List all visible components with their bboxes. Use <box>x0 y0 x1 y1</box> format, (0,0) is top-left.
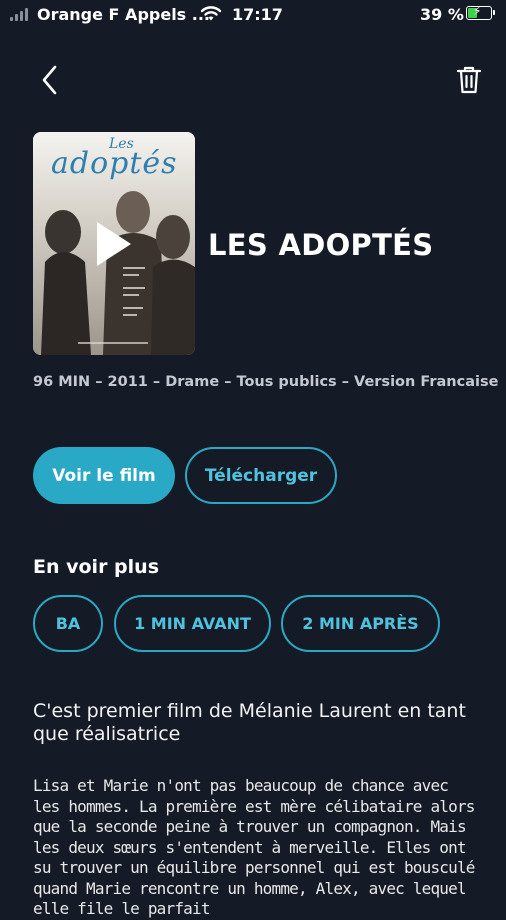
one-min-before-chip[interactable]: 1 MIN AVANT <box>114 595 271 652</box>
movie-synopsis: Lisa et Marie n'ont pas beaucoup de chan… <box>33 776 475 918</box>
watch-button[interactable]: Voir le film <box>33 447 175 504</box>
two-min-after-chip[interactable]: 2 MIN APRÈS <box>281 595 440 652</box>
signal-icon <box>10 7 30 21</box>
poster-title: adoptés <box>51 146 178 181</box>
movie-poster[interactable]: Les adoptés <box>33 132 195 355</box>
wifi-icon <box>200 6 222 21</box>
chevron-left-icon <box>42 65 57 95</box>
carrier-name: Orange F Appels ... <box>37 5 211 24</box>
movie-title: LES ADOPTÉS <box>208 228 434 262</box>
charging-icon: ⚡ <box>473 4 482 18</box>
download-button[interactable]: Télécharger <box>185 447 337 504</box>
status-bar: Orange F Appels ... 17:17 39 % ⚡ <box>0 0 506 30</box>
back-button[interactable] <box>36 62 66 98</box>
battery-icon: ⚡ <box>466 4 495 20</box>
delete-button[interactable] <box>455 64 483 96</box>
trash-icon <box>456 66 482 94</box>
clock: 17:17 <box>232 5 283 24</box>
play-icon <box>97 222 131 266</box>
movie-tagline: C'est premier film de Mélanie Laurent en… <box>33 700 466 745</box>
see-more-title: En voir plus <box>33 556 160 578</box>
movie-meta: 96 MIN – 2011 – Drame – Tous publics – V… <box>33 374 499 390</box>
trailer-chip[interactable]: BA <box>33 595 103 652</box>
battery-percent: 39 % <box>420 5 464 24</box>
